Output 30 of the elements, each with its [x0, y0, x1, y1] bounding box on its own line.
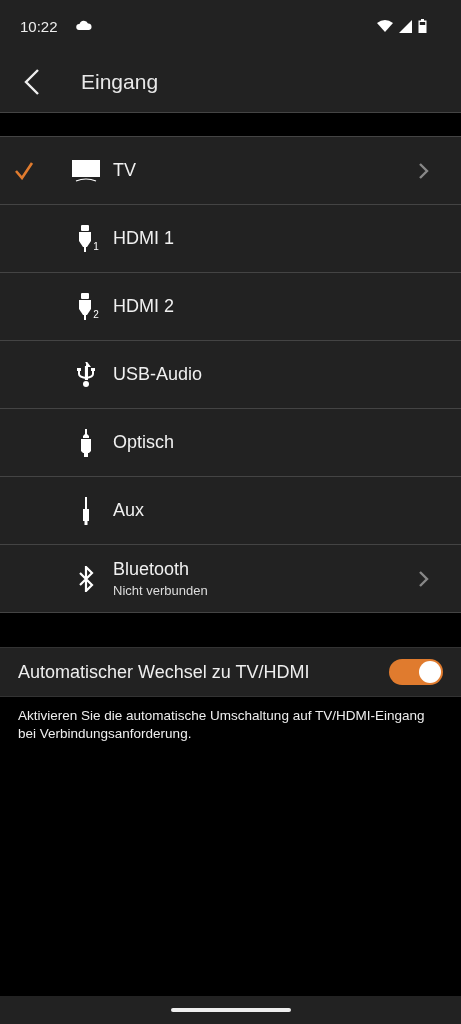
input-label: HDMI 1 [113, 228, 175, 249]
audio-jack-icon [81, 496, 90, 525]
input-label: Aux [113, 500, 146, 521]
wifi-icon [377, 20, 393, 32]
auto-switch-description: Aktivieren Sie die automatische Umschaltung auf TV/HDMI-Eingang bei Verbindungsanforderung. [18, 707, 426, 743]
input-item[interactable]: Bluetooth Nicht verbunden [0, 545, 461, 613]
input-item[interactable]: USB-Audio [0, 341, 461, 409]
input-label: Optisch [113, 432, 176, 453]
auto-switch-label: Automatischer Wechsel zu TV/HDMI [18, 661, 311, 683]
tv-icon [71, 159, 100, 182]
cloud-icon [75, 20, 92, 30]
input-label: USB-Audio [113, 364, 204, 385]
optical-plug-icon [79, 428, 92, 457]
status-time: 10:22 [20, 17, 58, 35]
signal-icon [399, 19, 412, 33]
back-icon[interactable] [24, 69, 40, 95]
usb-icon [75, 361, 96, 388]
input-status: Nicht verbunden [113, 583, 209, 598]
bluetooth-icon [77, 565, 94, 592]
screen-title: Eingang [81, 70, 159, 94]
input-item[interactable]: 2 HDMI 2 [0, 273, 461, 341]
input-item[interactable]: Aux [0, 477, 461, 545]
input-item[interactable]: 1 HDMI 1 [0, 205, 461, 273]
input-item[interactable]: TV [0, 137, 461, 205]
toggle-switch[interactable] [389, 659, 443, 685]
battery-icon [418, 19, 427, 33]
input-label: TV [113, 160, 137, 181]
input-item[interactable]: Optisch [0, 409, 461, 477]
input-label: Bluetooth [113, 559, 191, 580]
input-label: HDMI 2 [113, 296, 175, 317]
